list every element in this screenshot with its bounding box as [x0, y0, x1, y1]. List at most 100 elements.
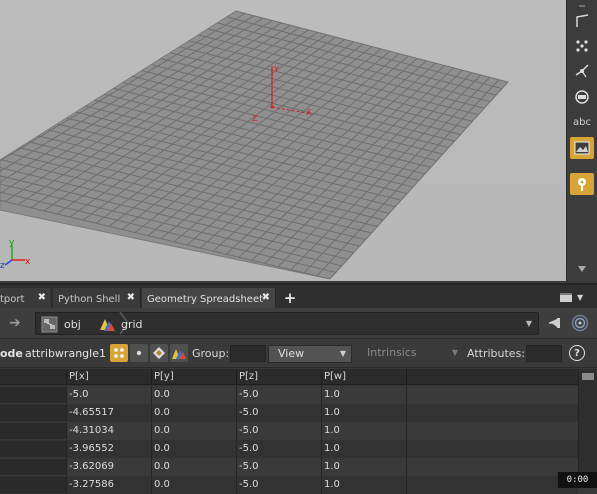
link-pane-icon[interactable] [571, 314, 589, 332]
pane-menu-icon[interactable] [560, 293, 572, 302]
pane-tab-bar: tport ✖ Python Shell ✖ Geometry Spreadsh… [0, 283, 597, 310]
table-cell[interactable]: -3.96552 [66, 440, 151, 458]
viewport-right-toolbar: abc [566, 0, 597, 281]
primitives-mode-icon[interactable] [150, 344, 168, 362]
table-row[interactable]: -4.65517 0.0 -5.0 1.0 [0, 404, 578, 422]
vector-icon[interactable] [570, 60, 594, 82]
table-cell[interactable]: 1.0 [321, 440, 406, 458]
snap-grid-icon[interactable] [570, 35, 594, 57]
svg-text:Y: Y [273, 65, 279, 74]
background-image-icon[interactable] [570, 137, 594, 159]
help-icon[interactable]: ? [569, 345, 585, 361]
pane-menu-arrow-icon[interactable]: ▼ [577, 293, 583, 302]
row-index-cell [0, 387, 66, 403]
breadcrumb-obj[interactable]: obj [41, 316, 81, 333]
tab-label: Geometry Spreadsheet [147, 293, 264, 305]
table-cell-empty [406, 458, 578, 476]
table-cell[interactable]: -3.27586 [66, 476, 151, 494]
network-path-field[interactable]: obj grid ▼ [35, 312, 539, 335]
table-cell[interactable]: 0.0 [151, 386, 236, 404]
column-header-pw[interactable]: P[w] [321, 369, 406, 385]
table-cell[interactable]: 1.0 [321, 386, 406, 404]
spreadsheet-scrollbar[interactable] [578, 369, 597, 488]
view-dropdown[interactable]: View ▼ [268, 345, 352, 363]
table-cell[interactable]: 0.0 [151, 440, 236, 458]
path-dropdown-arrow-icon[interactable]: ▼ [526, 319, 532, 328]
spreadsheet-filter-bar: ode attribwrangle1 Group: View ▼ Intrins… [0, 340, 597, 368]
close-icon[interactable]: ✖ [262, 292, 270, 303]
table-row[interactable]: -4.31034 0.0 -5.0 1.0 [0, 422, 578, 440]
column-header-pz[interactable]: P[z] [236, 369, 321, 385]
pin-icon[interactable] [570, 173, 594, 195]
row-index-cell [0, 441, 66, 457]
forward-arrow-icon[interactable]: ➔ [9, 315, 21, 331]
sphere-icon[interactable] [570, 86, 594, 108]
timecode-overlay: 0:00 [558, 472, 597, 488]
row-index-cell [0, 477, 66, 493]
breadcrumb-grid[interactable]: grid [98, 316, 143, 333]
table-cell[interactable]: -5.0 [236, 386, 321, 404]
scroll-up-arrow-icon[interactable] [570, 0, 594, 8]
detail-mode-icon[interactable] [170, 344, 188, 362]
close-icon[interactable]: ✖ [38, 292, 46, 303]
table-cell[interactable]: -5.0 [236, 458, 321, 476]
table-cell[interactable]: -5.0 [66, 386, 151, 404]
tab-python-shell[interactable]: Python Shell ✖ [53, 288, 141, 310]
table-row[interactable]: -5.0 0.0 -5.0 1.0 [0, 386, 578, 404]
text-display-button[interactable]: abc [570, 111, 594, 133]
breadcrumb-label: grid [121, 318, 143, 331]
table-cell[interactable]: 1.0 [321, 458, 406, 476]
attributes-label: Attributes: [467, 347, 526, 360]
table-cell[interactable]: 0.0 [151, 422, 236, 440]
table-cell[interactable]: -4.31034 [66, 422, 151, 440]
table-cell[interactable]: 0.0 [151, 458, 236, 476]
breadcrumb-label: obj [64, 318, 81, 331]
close-icon[interactable]: ✖ [127, 292, 135, 303]
table-cell[interactable]: -5.0 [236, 404, 321, 422]
tab-viewport[interactable]: tport ✖ [0, 288, 52, 310]
orientation-gizmo: y x z [0, 238, 31, 271]
table-cell[interactable]: 1.0 [321, 422, 406, 440]
svg-text:x: x [25, 257, 31, 267]
table-cell[interactable]: 0.0 [151, 404, 236, 422]
table-cell[interactable]: -5.0 [236, 422, 321, 440]
table-cell[interactable]: -5.0 [236, 476, 321, 494]
angle-icon[interactable] [570, 10, 594, 32]
points-mode-icon[interactable] [110, 344, 128, 362]
table-cell-empty [406, 476, 578, 494]
row-index-cell [0, 459, 66, 475]
row-index-cell [0, 405, 66, 421]
column-header-px[interactable]: P[x] [66, 369, 151, 385]
obj-network-icon [41, 316, 58, 333]
table-row[interactable]: -3.96552 0.0 -5.0 1.0 [0, 440, 578, 458]
scene-viewport[interactable]: Y Z X y x z [0, 0, 566, 281]
table-cell[interactable]: -5.0 [236, 440, 321, 458]
view-dropdown-label: View [278, 347, 305, 360]
attributes-field[interactable] [526, 345, 562, 362]
tab-geometry-spreadsheet[interactable]: Geometry Spreadsheet ✖ [142, 288, 276, 310]
add-tab-button[interactable]: + [282, 288, 298, 308]
table-cell[interactable]: -4.65517 [66, 404, 151, 422]
node-name: attribwrangle1 [25, 347, 106, 360]
vertices-mode-icon[interactable] [130, 344, 148, 362]
table-cell[interactable]: -3.62069 [66, 458, 151, 476]
intrinsics-dropdown[interactable]: Intrinsics ▼ [360, 345, 464, 363]
column-header-py[interactable]: P[y] [151, 369, 236, 385]
spreadsheet-header: P[x] P[y] P[z] P[w] [0, 369, 578, 385]
svg-text:X: X [306, 108, 312, 117]
row-index-cell [0, 423, 66, 439]
table-row[interactable]: -3.62069 0.0 -5.0 1.0 [0, 458, 578, 476]
dropdown-arrow-icon: ▼ [339, 349, 346, 358]
svg-text:z: z [0, 261, 5, 271]
table-cell-empty [406, 440, 578, 458]
geometry-spreadsheet: P[x] P[y] P[z] P[w] -5.0 0.0 -5.0 1.0 -4… [0, 369, 597, 494]
table-cell[interactable]: 1.0 [321, 476, 406, 494]
group-field[interactable] [230, 345, 266, 362]
table-row[interactable]: -3.27586 0.0 -5.0 1.0 [0, 476, 578, 494]
table-cell[interactable]: 1.0 [321, 404, 406, 422]
table-cell[interactable]: 0.0 [151, 476, 236, 494]
scroll-down-arrow-icon[interactable] [570, 262, 594, 276]
geometry-node-icon [100, 319, 115, 331]
pin-pane-icon[interactable] [548, 315, 564, 331]
scrollbar-grip[interactable] [582, 373, 594, 380]
